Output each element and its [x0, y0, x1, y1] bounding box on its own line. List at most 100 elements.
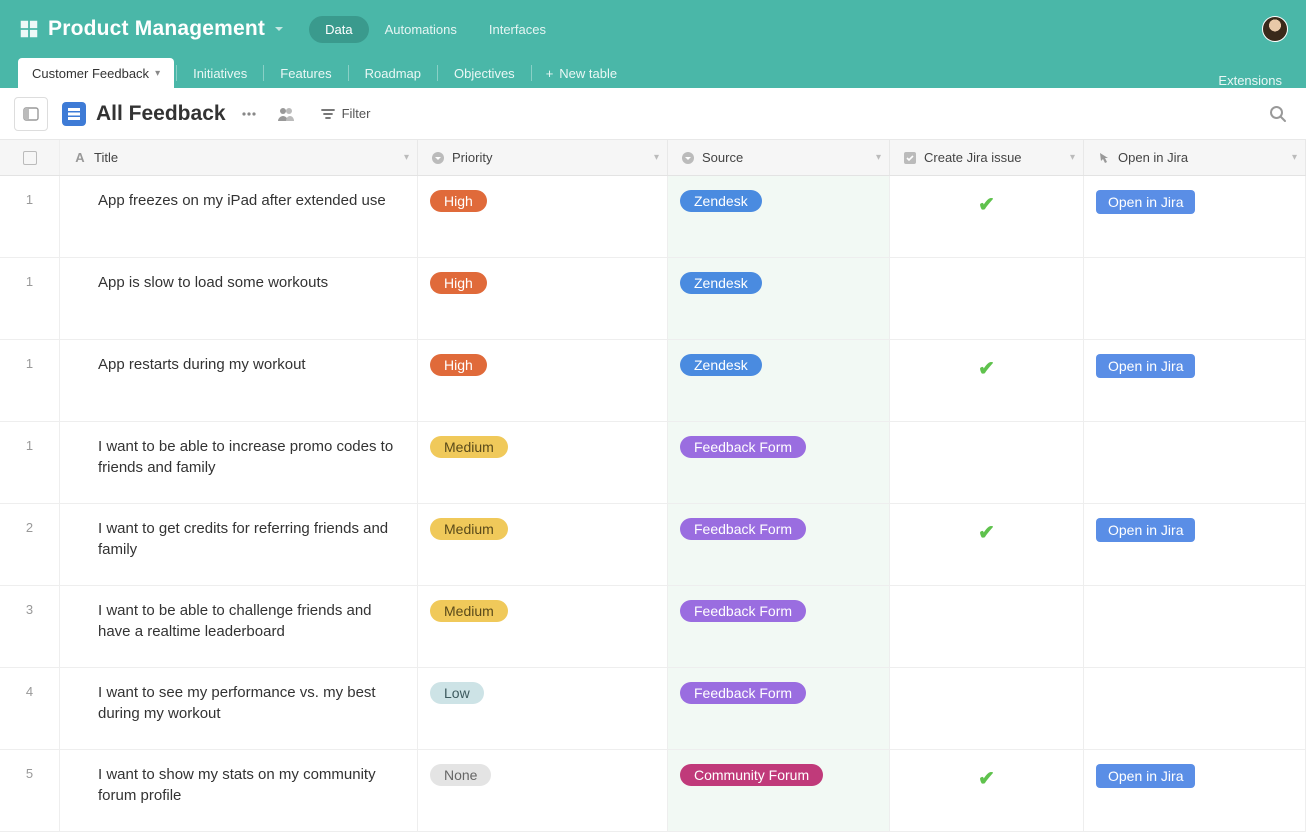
cell-title[interactable]: I want to be able to increase promo code… — [60, 422, 418, 503]
cell-title[interactable]: I want to get credits for referring frie… — [60, 504, 418, 585]
table-row[interactable]: 2I want to get credits for referring fri… — [0, 504, 1306, 586]
table-tab-features[interactable]: Features — [266, 58, 345, 88]
checkbox-field-icon — [902, 151, 918, 165]
cell-title[interactable]: App is slow to load some workouts — [60, 258, 418, 339]
cell-open-jira[interactable]: Open in Jira — [1084, 750, 1306, 831]
chevron-down-icon: ▾ — [155, 68, 160, 79]
select-all-checkbox[interactable] — [0, 140, 60, 175]
filter-button[interactable]: Filter — [314, 102, 377, 126]
chevron-down-icon[interactable]: ▾ — [1070, 152, 1075, 163]
cell-source[interactable]: Feedback Form — [668, 504, 890, 585]
avatar[interactable] — [1262, 16, 1288, 42]
cell-priority[interactable]: Medium — [418, 422, 668, 503]
cell-create-jira[interactable] — [890, 586, 1084, 667]
grid-body: 1App freezes on my iPad after extended u… — [0, 176, 1306, 832]
table-tab-customer-feedback[interactable]: Customer Feedback ▾ — [18, 58, 174, 88]
button-field-icon — [1096, 151, 1112, 165]
table-row[interactable]: 1I want to be able to increase promo cod… — [0, 422, 1306, 504]
workspace-tab-automations[interactable]: Automations — [369, 16, 473, 43]
table-row[interactable]: 3I want to be able to challenge friends … — [0, 586, 1306, 668]
sidebar-toggle[interactable] — [14, 97, 48, 131]
column-header-priority[interactable]: Priority ▾ — [418, 140, 668, 175]
chevron-down-icon[interactable]: ▾ — [876, 152, 881, 163]
priority-pill: High — [430, 272, 487, 294]
cell-open-jira[interactable] — [1084, 668, 1306, 749]
extensions-button[interactable]: Extensions — [1212, 73, 1288, 88]
cell-source[interactable]: Community Forum — [668, 750, 890, 831]
column-header-open-jira[interactable]: Open in Jira ▾ — [1084, 140, 1306, 175]
source-pill: Feedback Form — [680, 682, 806, 704]
table-tab-objectives[interactable]: Objectives — [440, 58, 529, 88]
row-number: 1 — [0, 176, 60, 257]
new-table-label: New table — [559, 66, 617, 81]
cell-create-jira[interactable] — [890, 422, 1084, 503]
table-tab-initiatives[interactable]: Initiatives — [179, 58, 261, 88]
cell-title[interactable]: I want to show my stats on my community … — [60, 750, 418, 831]
view-menu-dots-icon[interactable] — [236, 101, 262, 127]
cell-title[interactable]: I want to see my performance vs. my best… — [60, 668, 418, 749]
cell-open-jira[interactable]: Open in Jira — [1084, 176, 1306, 257]
table-row[interactable]: 1App freezes on my iPad after extended u… — [0, 176, 1306, 258]
cell-source[interactable]: Feedback Form — [668, 668, 890, 749]
cell-source[interactable]: Zendesk — [668, 340, 890, 421]
chevron-down-icon[interactable]: ▾ — [1292, 152, 1297, 163]
cell-open-jira[interactable]: Open in Jira — [1084, 504, 1306, 585]
open-in-jira-button[interactable]: Open in Jira — [1096, 764, 1195, 788]
cell-priority[interactable]: High — [418, 340, 668, 421]
cell-priority[interactable]: Medium — [418, 504, 668, 585]
workspace-tab-interfaces[interactable]: Interfaces — [473, 16, 562, 43]
top-bar: Product Management Data Automations Inte… — [0, 0, 1306, 58]
column-header-source[interactable]: Source ▾ — [668, 140, 890, 175]
table-tab-roadmap[interactable]: Roadmap — [351, 58, 435, 88]
check-icon: ✔ — [978, 520, 995, 545]
cell-priority[interactable]: Low — [418, 668, 668, 749]
column-header-create-jira[interactable]: Create Jira issue ▾ — [890, 140, 1084, 175]
cell-title[interactable]: I want to be able to challenge friends a… — [60, 586, 418, 667]
search-icon[interactable] — [1264, 100, 1292, 128]
cell-create-jira[interactable]: ✔ — [890, 504, 1084, 585]
cell-create-jira[interactable]: ✔ — [890, 750, 1084, 831]
open-in-jira-button[interactable]: Open in Jira — [1096, 518, 1195, 542]
base-name[interactable]: Product Management — [48, 17, 265, 41]
chevron-down-icon[interactable]: ▾ — [404, 152, 409, 163]
priority-pill: Low — [430, 682, 484, 704]
source-pill: Zendesk — [680, 190, 762, 212]
cell-priority[interactable]: Medium — [418, 586, 668, 667]
cell-open-jira[interactable] — [1084, 422, 1306, 503]
workspace-tab-data[interactable]: Data — [309, 16, 368, 43]
base-caret-icon[interactable] — [273, 23, 285, 35]
cell-source[interactable]: Feedback Form — [668, 422, 890, 503]
column-header-title[interactable]: A Title ▾ — [60, 140, 418, 175]
cell-open-jira[interactable] — [1084, 586, 1306, 667]
check-icon: ✔ — [978, 356, 995, 381]
table-row[interactable]: 1App is slow to load some workoutsHighZe… — [0, 258, 1306, 340]
open-in-jira-button[interactable]: Open in Jira — [1096, 190, 1195, 214]
cell-source[interactable]: Zendesk — [668, 176, 890, 257]
cell-create-jira[interactable] — [890, 668, 1084, 749]
filter-label: Filter — [342, 106, 371, 121]
table-row[interactable]: 4I want to see my performance vs. my bes… — [0, 668, 1306, 750]
cell-source[interactable]: Zendesk — [668, 258, 890, 339]
cell-priority[interactable]: None — [418, 750, 668, 831]
priority-pill: Medium — [430, 518, 508, 540]
cell-create-jira[interactable]: ✔ — [890, 176, 1084, 257]
collaborators-icon[interactable] — [272, 101, 300, 127]
table-row[interactable]: 5I want to show my stats on my community… — [0, 750, 1306, 832]
cell-title[interactable]: App freezes on my iPad after extended us… — [60, 176, 418, 257]
table-row[interactable]: 1App restarts during my workoutHighZende… — [0, 340, 1306, 422]
cell-source[interactable]: Feedback Form — [668, 586, 890, 667]
open-in-jira-button[interactable]: Open in Jira — [1096, 354, 1195, 378]
cell-create-jira[interactable]: ✔ — [890, 340, 1084, 421]
priority-pill: Medium — [430, 436, 508, 458]
cell-priority[interactable]: High — [418, 176, 668, 257]
cell-create-jira[interactable] — [890, 258, 1084, 339]
chevron-down-icon[interactable]: ▾ — [654, 152, 659, 163]
check-icon: ✔ — [978, 766, 995, 791]
cell-open-jira[interactable]: Open in Jira — [1084, 340, 1306, 421]
view-title[interactable]: All Feedback — [96, 102, 226, 126]
table-tab-label: Customer Feedback — [32, 66, 149, 81]
cell-open-jira[interactable] — [1084, 258, 1306, 339]
cell-priority[interactable]: High — [418, 258, 668, 339]
cell-title[interactable]: App restarts during my workout — [60, 340, 418, 421]
new-table-button[interactable]: + New table — [534, 66, 629, 81]
